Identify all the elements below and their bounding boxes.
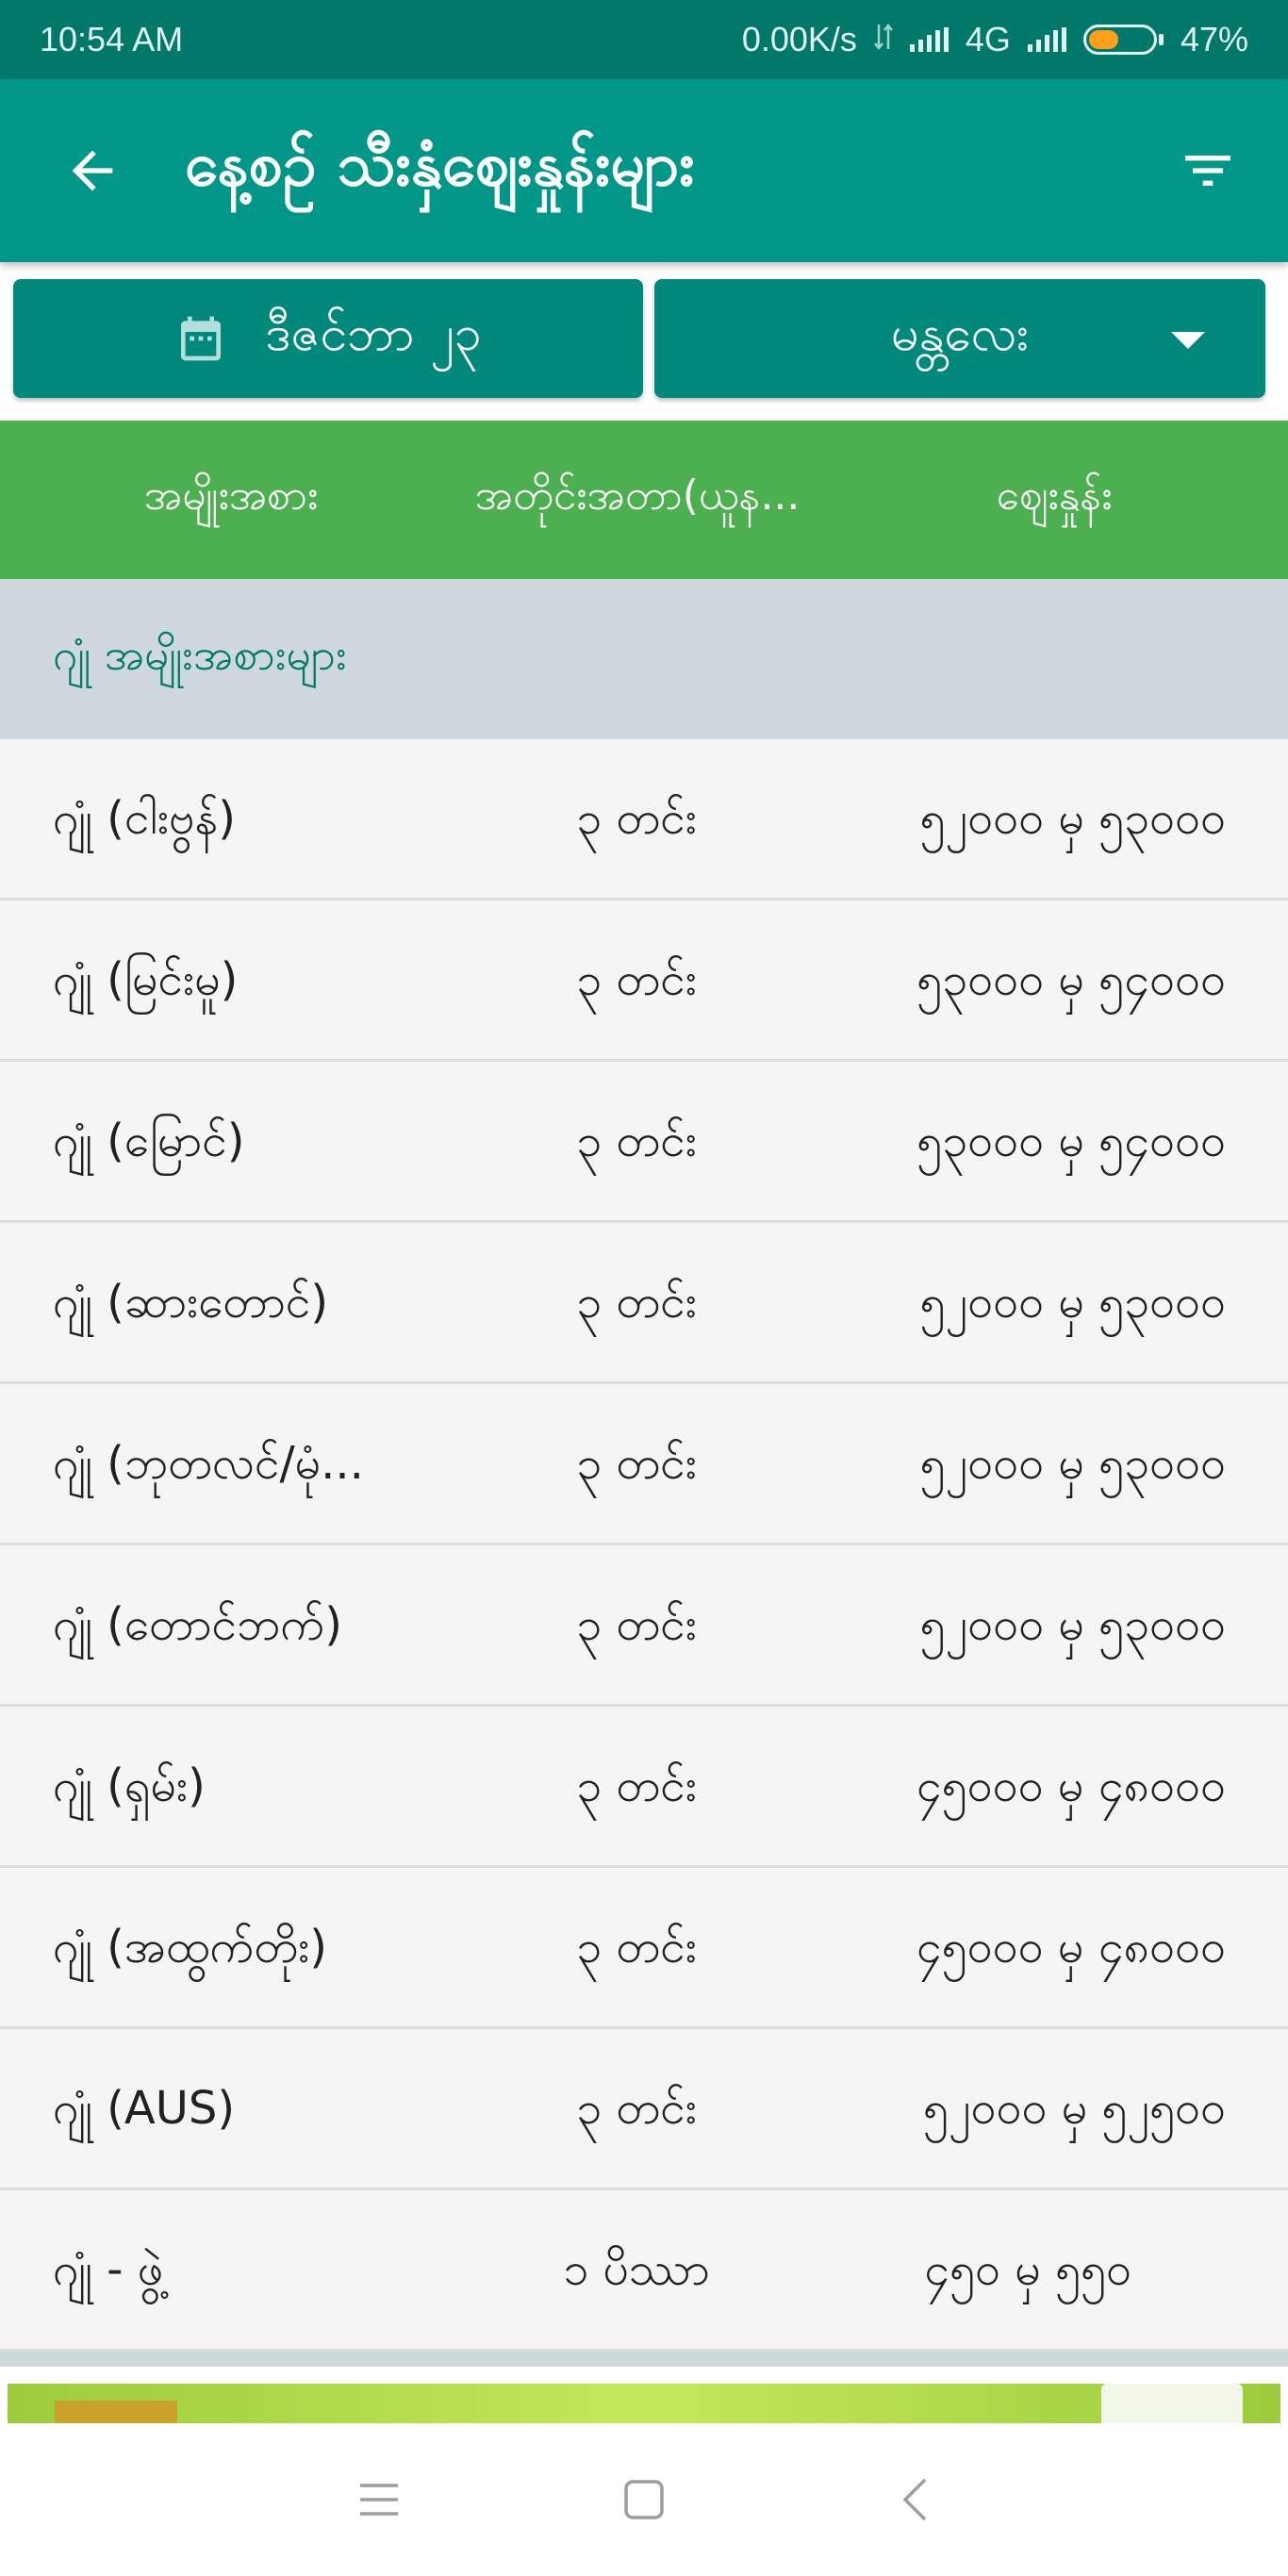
status-icons: 0.00K/s 4G 47% (742, 20, 1248, 59)
status-bar: 10:54 AM 0.00K/s 4G 47% (0, 0, 1288, 79)
list-item[interactable]: ဂျုံ (ဆားတောင်) ၃ တင်း ၅၂၀၀၀ မှ ၅၃၀၀၀ (0, 1223, 1288, 1384)
item-unit: ၃ တင်း (576, 792, 697, 845)
column-header: အမျိုးအစား အတိုင်းအတာ(ယူန... ဈေးနှုန်း (0, 421, 1288, 579)
list-item[interactable]: ဂျုံ (AUS) ၃ တင်း ၅၂၀၀၀ မှ ၅၂၅၀၀ (0, 2029, 1288, 2190)
column-type: အမျိုးအစား (143, 471, 319, 520)
app-bar: နေ့စဉ် သီးနှံဈေးနှုန်းများ (0, 79, 1288, 262)
item-unit: ၃ တင်း (576, 1598, 697, 1651)
item-name: ဂျုံ (AUS) (53, 2082, 236, 2135)
item-unit: ၁ ပိဿာ (563, 2243, 710, 2296)
list-item[interactable]: ဂျုံ (တောင်ဘက်) ၃ တင်း ၅၂၀၀၀ မှ ၅၃၀၀၀ (0, 1545, 1288, 1707)
item-unit: ၃ တင်း (576, 1115, 697, 1167)
list-item[interactable]: ဂျုံ (ဘုတလင်/မုံ... ၃ တင်း ၅၂၀၀၀ မှ ၅၃၀၀… (0, 1384, 1288, 1545)
battery-percent: 47% (1180, 20, 1248, 58)
item-name: ဂျုံ (ဘုတလင်/မုံ... (53, 1437, 364, 1490)
arrow-left-icon (72, 150, 113, 191)
system-nav-bar (0, 2423, 1288, 2576)
page-title: နေ့စဉ် သီးနှံဈေးနှုန်းများ (185, 130, 695, 200)
item-name: ဂျုံ (ငါးဗွန်) (53, 792, 236, 845)
selector-bar: ဒီဇင်ဘာ ၂၃ မန္တလေး (0, 279, 1288, 402)
item-price: ၅၃၀၀၀ မှ ၅၄၀၀၀ (916, 953, 1226, 1006)
list-item[interactable]: ဂျုံ - ဖွဲ့ ၁ ပိဿာ ၄၅၀ မှ ၅၅၀ (0, 2190, 1288, 2352)
item-price: ၅၂၀၀၀ မှ ၅၂၅၀၀ (922, 2082, 1226, 2135)
battery-icon (1082, 25, 1164, 55)
item-unit: ၃ တင်း (576, 1276, 697, 1329)
item-price: ၄၅၀၀၀ မှ ၄၈၀၀၀ (916, 1921, 1226, 1973)
item-unit: ၃ တင်း (576, 1759, 697, 1812)
menu-icon (360, 2484, 398, 2516)
calendar-icon (181, 316, 222, 361)
item-price: ၄၅၀ မှ ၅၅၀ (924, 2243, 1131, 2296)
column-unit: အတိုင်းအတာ(ယူန... (474, 471, 801, 520)
item-name: ဂျုံ (မြင်းမူ) (53, 953, 239, 1006)
nav-back-button[interactable] (820, 2423, 1009, 2576)
list-item[interactable]: ဂျုံ (မြောင်) ၃ တင်း ၅၃၀၀၀ မှ ၅၄၀၀၀ (0, 1062, 1288, 1223)
net-speed: 0.00K/s (741, 20, 857, 58)
item-price: ၄၅၀၀၀ မှ ၄၈၀၀၀ (916, 1759, 1226, 1812)
signal-icon (909, 27, 949, 52)
filter-icon (1185, 156, 1230, 186)
data-transfer-icon (873, 20, 893, 59)
network-type: 4G (965, 20, 1011, 58)
nav-menu-button[interactable] (285, 2423, 473, 2576)
item-name: ဂျုံ (မြောင်) (53, 1115, 245, 1167)
item-unit: ၃ တင်း (576, 1921, 697, 1973)
back-button[interactable] (0, 79, 185, 262)
item-unit: ၃ တင်း (576, 1437, 697, 1490)
item-price: ၅၃၀၀၀ မှ ၅၄၀၀၀ (916, 1115, 1226, 1167)
item-price: ၅၂၀၀၀ မှ ၅၃၀၀၀ (919, 792, 1226, 845)
status-time: 10:54 AM (40, 20, 184, 58)
list-item[interactable]: ဂျုံ (အထွက်တိုး) ၃ တင်း ၄၅၀၀၀ မှ ၄၈၀၀၀ (0, 1868, 1288, 2029)
item-unit: ၃ တင်း (576, 2082, 697, 2135)
column-price: ဈေးနှုန်း (996, 471, 1113, 520)
city-label: မန္တလေး (890, 305, 1030, 362)
date-label: ဒီဇင်ဘာ ၂၃ (265, 305, 482, 362)
item-price: ၅၂၀၀၀ မှ ၅၃၀၀၀ (919, 1437, 1226, 1490)
ad-image (1101, 2384, 1243, 2423)
dropdown-arrow-icon (1171, 332, 1205, 349)
item-price: ၅၂၀၀၀ မှ ၅၃၀၀၀ (919, 1598, 1226, 1651)
chevron-left-icon (902, 2478, 927, 2521)
item-unit: ၃ တင်း (576, 953, 697, 1006)
list-item[interactable]: ဂျုံ (မြင်းမူ) ၃ တင်း ၅၃၀၀၀ မှ ၅၄၀၀၀ (0, 900, 1288, 1062)
group-header: ဂျုံ အမျိုးအစားများ (0, 579, 1288, 739)
group-title: ဂျုံ အမျိုးအစားများ (53, 628, 347, 680)
nav-home-button[interactable] (550, 2423, 738, 2576)
item-name: ဂျုံ (အထွက်တိုး) (53, 1921, 327, 1973)
filter-button[interactable] (1128, 79, 1288, 262)
city-dropdown[interactable]: မန္တလေး (654, 279, 1265, 398)
item-price: ၅၂၀၀၀ မှ ၅၃၀၀၀ (919, 1276, 1226, 1329)
ad-banner[interactable] (8, 2384, 1280, 2423)
item-name: ဂျုံ (ရှမ်း) (53, 1759, 206, 1812)
ad-logo (55, 2401, 177, 2423)
list-item[interactable]: ဂျုံ (ငါးဗွန်) ၃ တင်း ၅၂၀၀၀ မှ ၅၃၀၀၀ (0, 739, 1288, 900)
list-item[interactable]: ဂျုံ (ရှမ်း) ၃ တင်း ၄၅၀၀၀ မှ ၄၈၀၀၀ (0, 1707, 1288, 1868)
list-divider (0, 2352, 1288, 2367)
item-name: ဂျုံ - ဖွဲ့ (53, 2243, 164, 2296)
item-name: ဂျုံ (ဆားတောင်) (53, 1276, 329, 1329)
date-picker-button[interactable]: ဒီဇင်ဘာ ၂၃ (13, 279, 643, 398)
signal-icon-2 (1027, 27, 1066, 52)
item-name: ဂျုံ (တောင်ဘက်) (53, 1598, 342, 1651)
price-list: ဂျုံ (ငါးဗွန်) ၃ တင်း ၅၂၀၀၀ မှ ၅၃၀၀၀ ဂျု… (0, 739, 1288, 2352)
square-icon (624, 2480, 664, 2519)
